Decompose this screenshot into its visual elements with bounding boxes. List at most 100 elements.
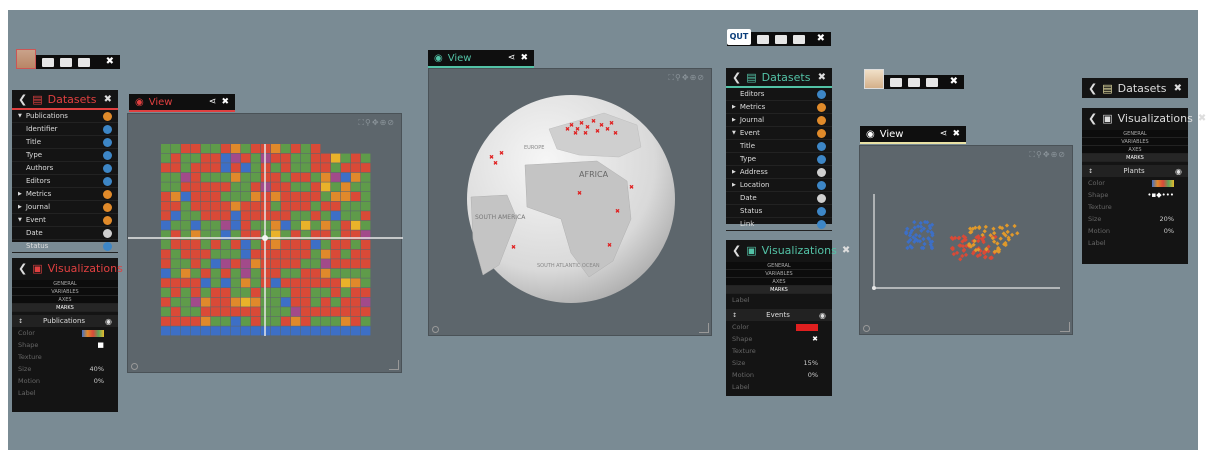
- marks-layer-header[interactable]: ↕ Events ◉: [726, 309, 832, 321]
- tab-axes[interactable]: AXES: [1082, 146, 1188, 154]
- dataset-item[interactable]: ▶ Metrics: [726, 101, 832, 114]
- back-icon[interactable]: ❮: [18, 93, 27, 106]
- back-icon[interactable]: ❮: [1088, 112, 1097, 125]
- dataset-item[interactable]: ▶ Metrics: [12, 188, 118, 201]
- image-icon[interactable]: [908, 77, 920, 87]
- expand-caret-icon[interactable]: ▶: [732, 117, 736, 123]
- mark-row-texture[interactable]: Texture: [1082, 201, 1188, 213]
- close-icon[interactable]: ✖: [1198, 113, 1206, 124]
- mark-row-size[interactable]: Size 15%: [726, 357, 832, 369]
- dataset-item[interactable]: Date: [726, 192, 832, 205]
- mark-row-label[interactable]: Label: [1082, 237, 1188, 249]
- mail-icon[interactable]: [926, 77, 938, 87]
- back-icon[interactable]: ❮: [18, 262, 27, 275]
- dataset-item[interactable]: Status: [726, 205, 832, 218]
- settings-icon[interactable]: [131, 363, 138, 370]
- marks-layer-header[interactable]: ↕ Plants ◉: [1082, 165, 1188, 177]
- dataset-item[interactable]: Title: [726, 140, 832, 153]
- dataset-item[interactable]: Type: [726, 153, 832, 166]
- expand-caret-icon[interactable]: ▶: [732, 104, 736, 110]
- dataset-item[interactable]: Date: [12, 227, 118, 240]
- globe-map[interactable]: EUROPE AFRICA SOUTH AMERICA SOUTH ATLANT…: [429, 69, 713, 337]
- back-icon[interactable]: ❮: [1088, 82, 1097, 95]
- image-icon[interactable]: [775, 34, 787, 44]
- dataset-item[interactable]: Editors: [726, 88, 832, 101]
- expand-caret-icon[interactable]: ▶: [732, 182, 736, 188]
- resize-handle[interactable]: [699, 323, 709, 333]
- resize-handle[interactable]: [1060, 322, 1070, 332]
- mark-row-shape[interactable]: Shape ✖: [726, 333, 832, 345]
- dataset-item[interactable]: Editors: [12, 175, 118, 188]
- database-icon[interactable]: [42, 57, 54, 67]
- close-icon[interactable]: ✖: [817, 34, 825, 44]
- mark-row-motion[interactable]: Motion 0%: [12, 375, 118, 387]
- eye-icon[interactable]: ◉: [819, 311, 826, 320]
- dataset-item[interactable]: ▶ Address: [726, 166, 832, 179]
- expand-caret-icon[interactable]: ▼: [732, 130, 736, 136]
- mail-icon[interactable]: [793, 34, 805, 44]
- image-icon[interactable]: [60, 57, 72, 67]
- view-canvas-2[interactable]: ⛶⚲✥⊕⊘ EUROPE AFRICA SOUTH AMERICA SOUTH …: [428, 68, 712, 336]
- close-icon[interactable]: ✖: [221, 97, 229, 107]
- close-icon[interactable]: ✖: [952, 129, 960, 139]
- dataset-item[interactable]: ▶ Journal: [726, 114, 832, 127]
- mark-row-label-top[interactable]: Label: [726, 294, 832, 306]
- mark-row-size[interactable]: Size 20%: [1082, 213, 1188, 225]
- expand-caret-icon[interactable]: ▼: [18, 113, 22, 119]
- mark-row-motion[interactable]: Motion 0%: [726, 369, 832, 381]
- mark-row-texture[interactable]: Texture: [12, 351, 118, 363]
- back-icon[interactable]: ❮: [732, 244, 741, 257]
- settings-icon[interactable]: [432, 326, 439, 333]
- dataset-item[interactable]: ▶ Journal: [12, 201, 118, 214]
- tab-axes[interactable]: AXES: [726, 278, 832, 286]
- back-icon[interactable]: ❮: [732, 71, 741, 84]
- row-value[interactable]: 0%: [1164, 227, 1174, 235]
- mark-row-shape[interactable]: Shape ■: [12, 339, 118, 351]
- tab-variables[interactable]: VARIABLES: [726, 270, 832, 278]
- row-value[interactable]: 0%: [808, 371, 818, 379]
- dataset-item[interactable]: Type: [12, 149, 118, 162]
- expand-caret-icon[interactable]: ▶: [18, 191, 22, 197]
- share-icon[interactable]: ⋖: [940, 129, 948, 139]
- color-swatch[interactable]: [82, 329, 104, 337]
- row-value[interactable]: 20%: [1160, 215, 1174, 223]
- color-swatch[interactable]: [1152, 179, 1174, 187]
- share-icon[interactable]: ⋖: [508, 53, 516, 63]
- mark-row-texture[interactable]: Texture: [726, 345, 832, 357]
- color-swatch[interactable]: [796, 323, 818, 331]
- row-value[interactable]: 0%: [94, 377, 104, 385]
- expand-caret-icon[interactable]: ▶: [732, 169, 736, 175]
- settings-icon[interactable]: [863, 325, 870, 332]
- tab-variables[interactable]: VARIABLES: [1082, 138, 1188, 146]
- dataset-item[interactable]: Link: [726, 218, 832, 231]
- view-canvas-1[interactable]: ⛶⚲✥⊕⊘: [127, 113, 403, 374]
- dataset-item[interactable]: ▼ Event: [12, 214, 118, 227]
- shape-icon[interactable]: •▪◆•••: [1147, 191, 1174, 199]
- tab-variables[interactable]: VARIABLES: [12, 288, 118, 296]
- avatar[interactable]: [16, 49, 36, 69]
- expand-caret-icon[interactable]: ▶: [18, 204, 22, 210]
- mark-row-motion[interactable]: Motion 0%: [1082, 225, 1188, 237]
- expand-caret-icon[interactable]: ▼: [18, 217, 22, 223]
- mark-row-shape[interactable]: Shape •▪◆•••: [1082, 189, 1188, 201]
- mail-icon[interactable]: [78, 57, 90, 67]
- close-icon[interactable]: ✖: [842, 245, 850, 256]
- dataset-item[interactable]: Title: [12, 136, 118, 149]
- marks-layer-header[interactable]: ↕ Publications ◉: [12, 315, 118, 327]
- close-icon[interactable]: ✖: [950, 77, 958, 87]
- grid-chart[interactable]: [128, 114, 403, 374]
- close-icon[interactable]: ✖: [818, 72, 826, 83]
- mark-row-color[interactable]: Color: [12, 327, 118, 339]
- dataset-item[interactable]: Authors: [12, 162, 118, 175]
- row-value[interactable]: 40%: [90, 365, 104, 373]
- tab-marks[interactable]: MARKS: [1082, 154, 1188, 162]
- tab-general[interactable]: GENERAL: [726, 262, 832, 270]
- shape-icon[interactable]: ✖: [812, 335, 818, 343]
- row-value[interactable]: 15%: [804, 359, 818, 367]
- mark-row-label[interactable]: Label: [12, 387, 118, 399]
- dataset-item[interactable]: ▶ Location: [726, 179, 832, 192]
- dataset-item[interactable]: Status: [12, 240, 118, 253]
- dataset-item[interactable]: ▼ Event: [726, 127, 832, 140]
- scatter-plot[interactable]: [860, 146, 1074, 336]
- tab-general[interactable]: GENERAL: [1082, 130, 1188, 138]
